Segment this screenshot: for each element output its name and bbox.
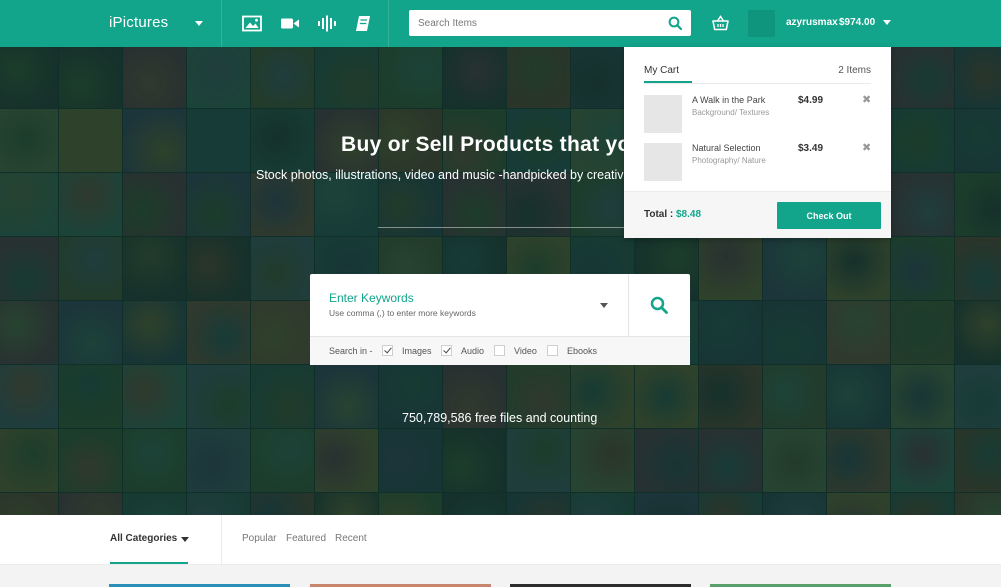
ebooks-label[interactable]: Ebooks: [567, 346, 597, 356]
header-divider: [221, 0, 222, 47]
video-checkbox[interactable]: [494, 345, 505, 356]
audio-checkbox[interactable]: [441, 345, 452, 356]
cart-item-name[interactable]: Natural Selection: [692, 143, 761, 153]
cart-item[interactable]: Natural Selection Photography/ Nature $3…: [644, 141, 871, 183]
cart-item-thumbnail[interactable]: [644, 95, 682, 133]
cart-item-count: 2 Items: [838, 65, 871, 76]
image-icon[interactable]: [242, 15, 262, 32]
tab-recent[interactable]: Recent: [335, 533, 367, 544]
account-balance: $974.00: [839, 17, 876, 28]
keyword-input-hint: Use comma (,) to enter more keywords: [329, 308, 476, 318]
search-in-options: Search in - Images Audio Video Ebooks: [310, 337, 690, 365]
cart-title: My Cart: [644, 65, 679, 76]
keyword-divider: [628, 274, 629, 336]
logo-chevron-down-icon[interactable]: [195, 21, 203, 26]
header-search: [409, 10, 691, 36]
hero-divider: [378, 227, 624, 228]
cart-item-category: Photography/ Nature: [692, 156, 766, 165]
user-menu-chevron-down-icon[interactable]: [883, 20, 891, 25]
cart-item-category: Background/ Textures: [692, 108, 770, 117]
avatar[interactable]: [748, 10, 775, 37]
audio-waveform-icon[interactable]: [317, 15, 337, 32]
hero-subtitle: Stock photos, illustrations, video and m…: [256, 168, 624, 182]
tab-featured[interactable]: Featured: [286, 533, 326, 544]
category-bar: All Categories Popular Featured Recent: [0, 515, 1001, 587]
search-icon[interactable]: [668, 16, 683, 31]
video-label[interactable]: Video: [514, 346, 537, 356]
cart-total-value: $8.48: [676, 209, 702, 220]
category-divider: [221, 515, 222, 564]
cart-item-price: $4.99: [798, 95, 824, 106]
cart-item-thumbnail[interactable]: [644, 143, 682, 181]
keyword-search-panel: Enter Keywords Use comma (,) to enter mo…: [310, 274, 690, 365]
tab-popular[interactable]: Popular: [242, 533, 276, 544]
keyword-chevron-down-icon[interactable]: [600, 303, 608, 308]
video-camera-icon[interactable]: [280, 15, 300, 32]
basket-icon[interactable]: [712, 15, 729, 31]
cart-footer: Total : $8.48 Check Out: [624, 191, 891, 238]
top-header: iPictures azyrusmax $974.00: [0, 0, 1001, 47]
cart-item-price: $3.49: [798, 143, 824, 154]
categories-chevron-down-icon[interactable]: [181, 537, 189, 542]
keyword-input-title[interactable]: Enter Keywords: [329, 291, 414, 305]
audio-label[interactable]: Audio: [461, 346, 484, 356]
remove-item-icon[interactable]: ✖: [862, 141, 871, 154]
search-icon[interactable]: [650, 296, 668, 314]
header-divider: [388, 0, 389, 47]
checkout-button[interactable]: Check Out: [777, 202, 881, 229]
all-categories-dropdown[interactable]: All Categories: [110, 533, 177, 544]
search-input[interactable]: [409, 10, 659, 36]
search-in-label: Search in -: [329, 346, 373, 356]
images-checkbox[interactable]: [382, 345, 393, 356]
username[interactable]: azyrusmax: [786, 17, 838, 28]
ebooks-checkbox[interactable]: [547, 345, 558, 356]
cart-divider: [644, 83, 871, 84]
logo[interactable]: iPictures: [109, 14, 168, 31]
ebook-icon[interactable]: [353, 15, 373, 32]
keyword-input-area[interactable]: Enter Keywords Use comma (,) to enter mo…: [310, 274, 628, 336]
cart-item-name[interactable]: A Walk in the Park: [692, 95, 765, 105]
cart-item[interactable]: A Walk in the Park Background/ Textures …: [644, 93, 871, 135]
hero-title: Buy or Sell Products that you: [341, 133, 644, 156]
images-label[interactable]: Images: [402, 346, 432, 356]
cart-total-label: Total :: [644, 209, 674, 220]
remove-item-icon[interactable]: ✖: [862, 93, 871, 106]
cart-dropdown: My Cart 2 Items A Walk in the Park Backg…: [624, 47, 891, 238]
file-count: 750,789,586 free files and counting: [402, 411, 598, 425]
